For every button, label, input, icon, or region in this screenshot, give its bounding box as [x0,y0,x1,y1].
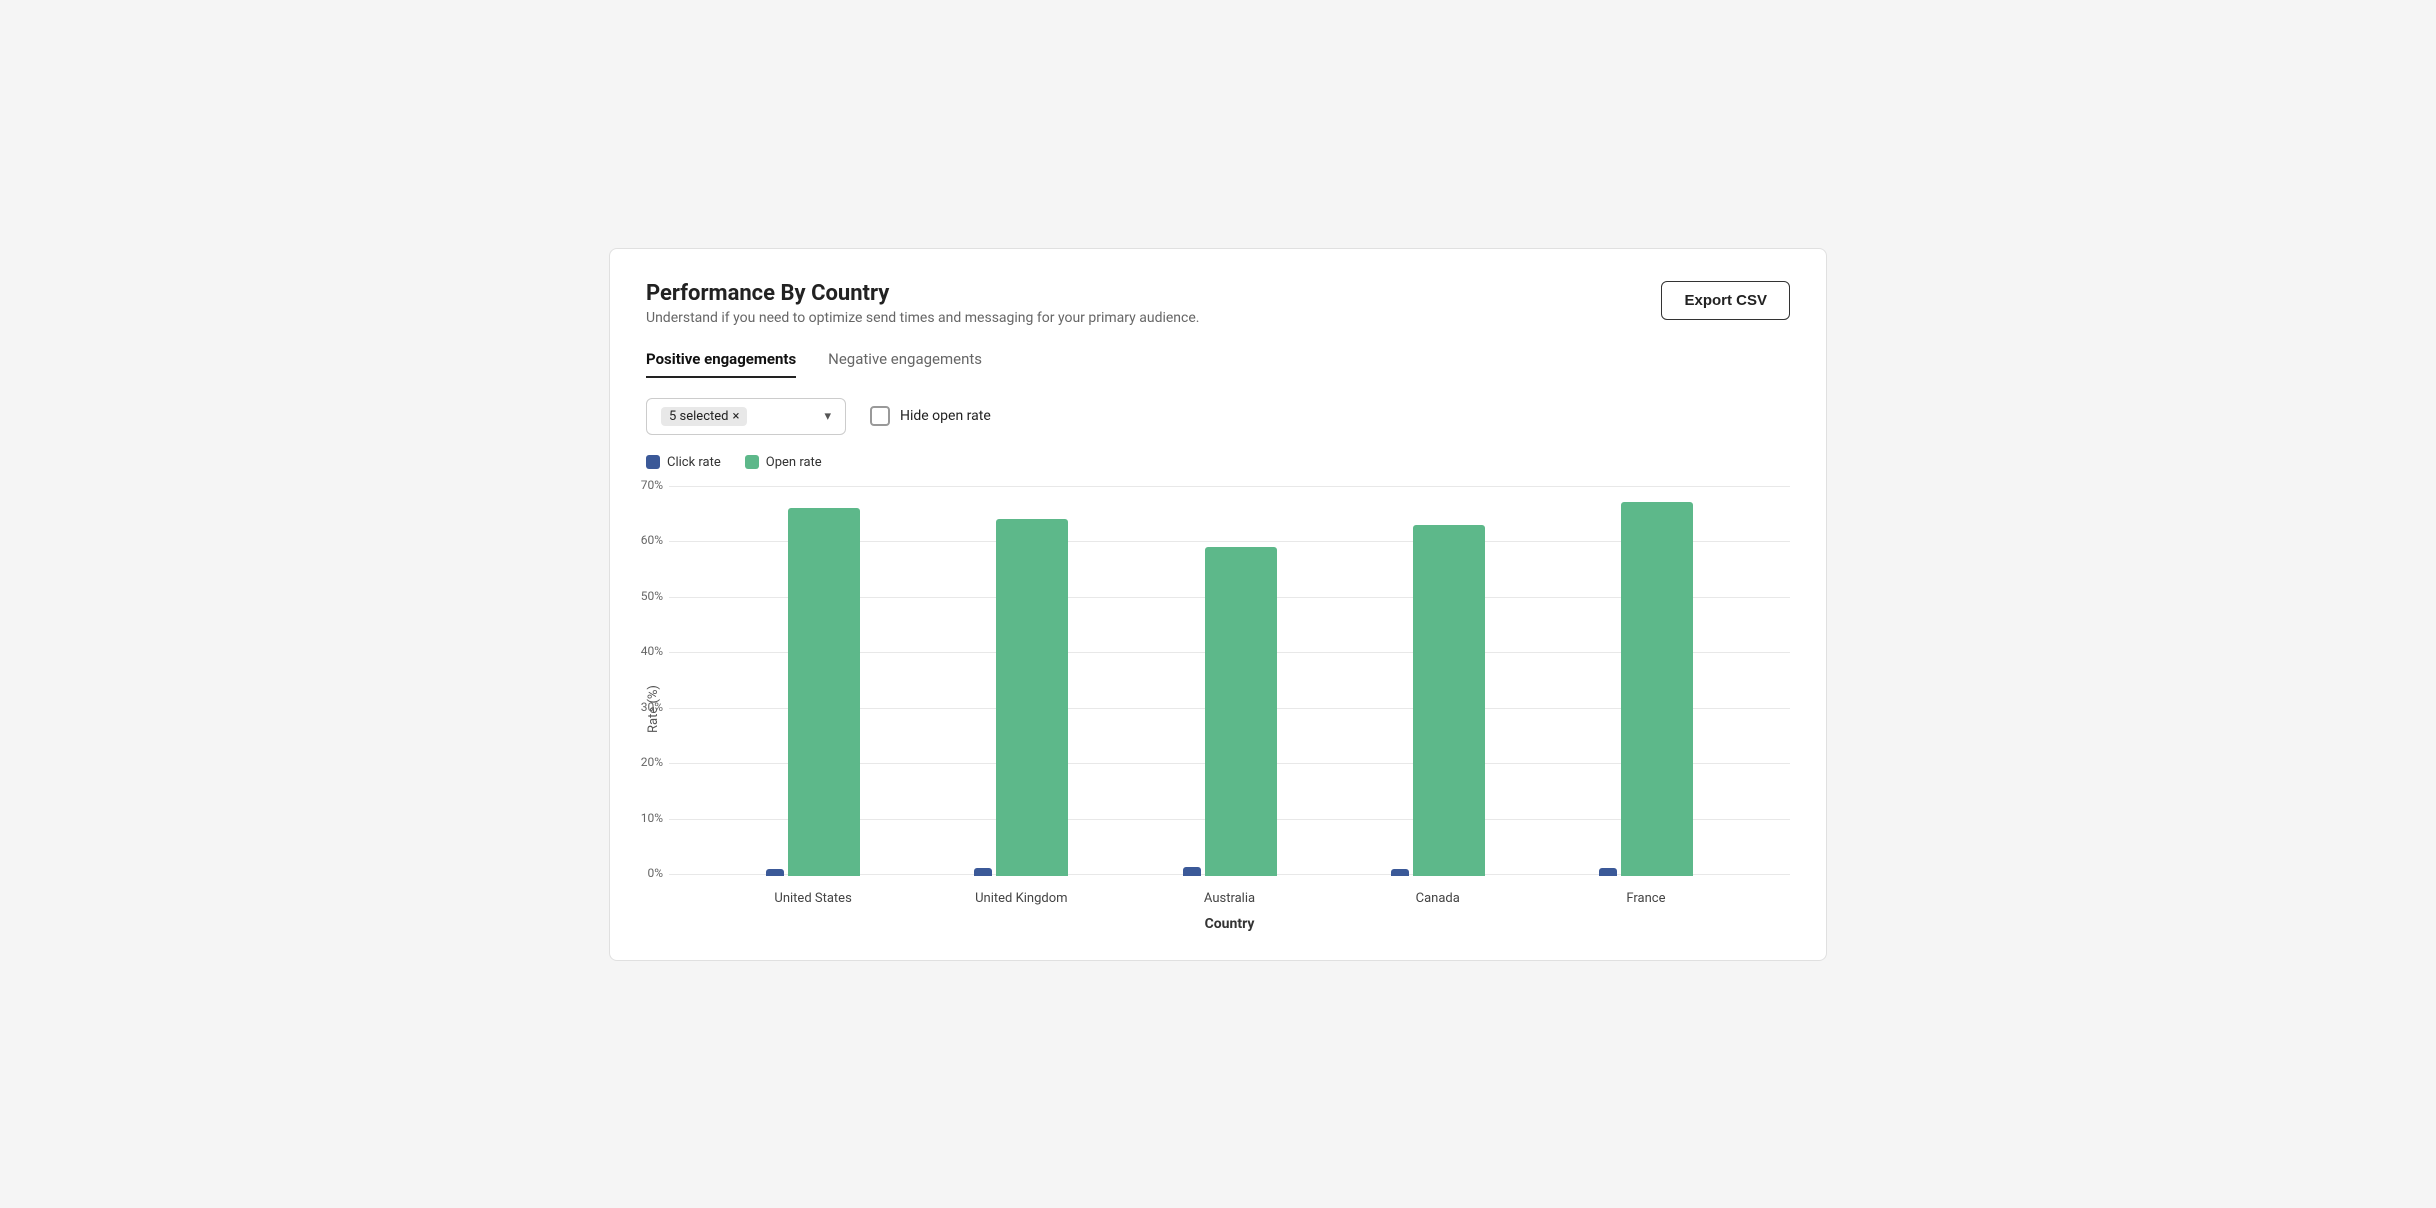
legend-click-rate-label: Click rate [667,455,721,470]
chart-legend: Click rate Open rate [646,455,1790,470]
engagement-tabs: Positive engagements Negative engagement… [646,350,1790,378]
y-tick-label: 40% [621,644,663,658]
chart-plot: 70%60%50%40%30%20%10%0% United StatesUni… [669,486,1790,906]
open-rate-bar [1621,502,1693,875]
click-rate-bar [1391,869,1409,875]
y-tick-label: 20% [621,755,663,769]
y-tick-label: 10% [621,811,663,825]
title-section: Performance By Country Understand if you… [646,281,1199,326]
country-dropdown[interactable]: 5 selected × ▾ [646,398,846,435]
legend-click-rate: Click rate [646,455,721,470]
controls-row: 5 selected × ▾ Hide open rate [646,398,1790,435]
bars-container [669,486,1790,876]
click-rate-bar [1599,868,1617,876]
y-tick-label: 30% [621,700,663,714]
chevron-down-icon: ▾ [824,409,831,424]
bar-group [709,508,917,876]
hide-open-rate-label: Hide open rate [900,408,991,424]
x-axis-title: Country [669,916,1790,932]
tab-positive-engagements[interactable]: Positive engagements [646,350,796,378]
chart-inner: 70%60%50%40%30%20%10%0% United StatesUni… [669,486,1790,932]
click-rate-bar [974,868,992,875]
open-rate-bar [996,519,1068,876]
x-axis-country-label: France [1542,891,1750,906]
selected-count-label: 5 selected [669,409,728,424]
y-tick-label: 70% [621,478,663,492]
x-axis-country-label: Canada [1334,891,1542,906]
tab-negative-engagements[interactable]: Negative engagements [828,350,982,378]
bar-group [917,519,1125,876]
card-subtitle: Understand if you need to optimize send … [646,310,1199,326]
x-axis-country-label: United Kingdom [917,891,1125,906]
export-csv-button[interactable]: Export CSV [1661,281,1790,320]
legend-open-rate: Open rate [745,455,822,470]
y-tick-label: 50% [621,589,663,603]
open-rate-bar [1205,547,1277,876]
x-axis-row: United StatesUnited KingdomAustraliaCana… [669,891,1790,906]
open-rate-bar [1413,525,1485,876]
open-rate-color-dot [745,455,759,469]
y-tick-label: 0% [621,866,663,880]
bar-group [1125,547,1333,876]
x-axis-country-label: Australia [1125,891,1333,906]
card-header: Performance By Country Understand if you… [646,281,1790,326]
click-rate-bar [1183,867,1201,875]
card-title: Performance By Country [646,281,1199,306]
performance-by-country-card: Performance By Country Understand if you… [609,248,1827,961]
click-rate-color-dot [646,455,660,469]
click-rate-bar [766,869,784,876]
legend-open-rate-label: Open rate [766,455,822,470]
bar-group [1334,525,1542,876]
clear-selection-icon[interactable]: × [732,409,739,424]
hide-open-rate-control[interactable]: Hide open rate [870,406,991,426]
y-tick-label: 60% [621,533,663,547]
selected-tag: 5 selected × [661,407,747,426]
bar-group [1542,502,1750,875]
chart-area: Rate (%) 70%60%50%40%30%20%10%0% United … [646,486,1790,932]
open-rate-bar [788,508,860,876]
hide-open-rate-checkbox[interactable] [870,406,890,426]
x-axis-country-label: United States [709,891,917,906]
